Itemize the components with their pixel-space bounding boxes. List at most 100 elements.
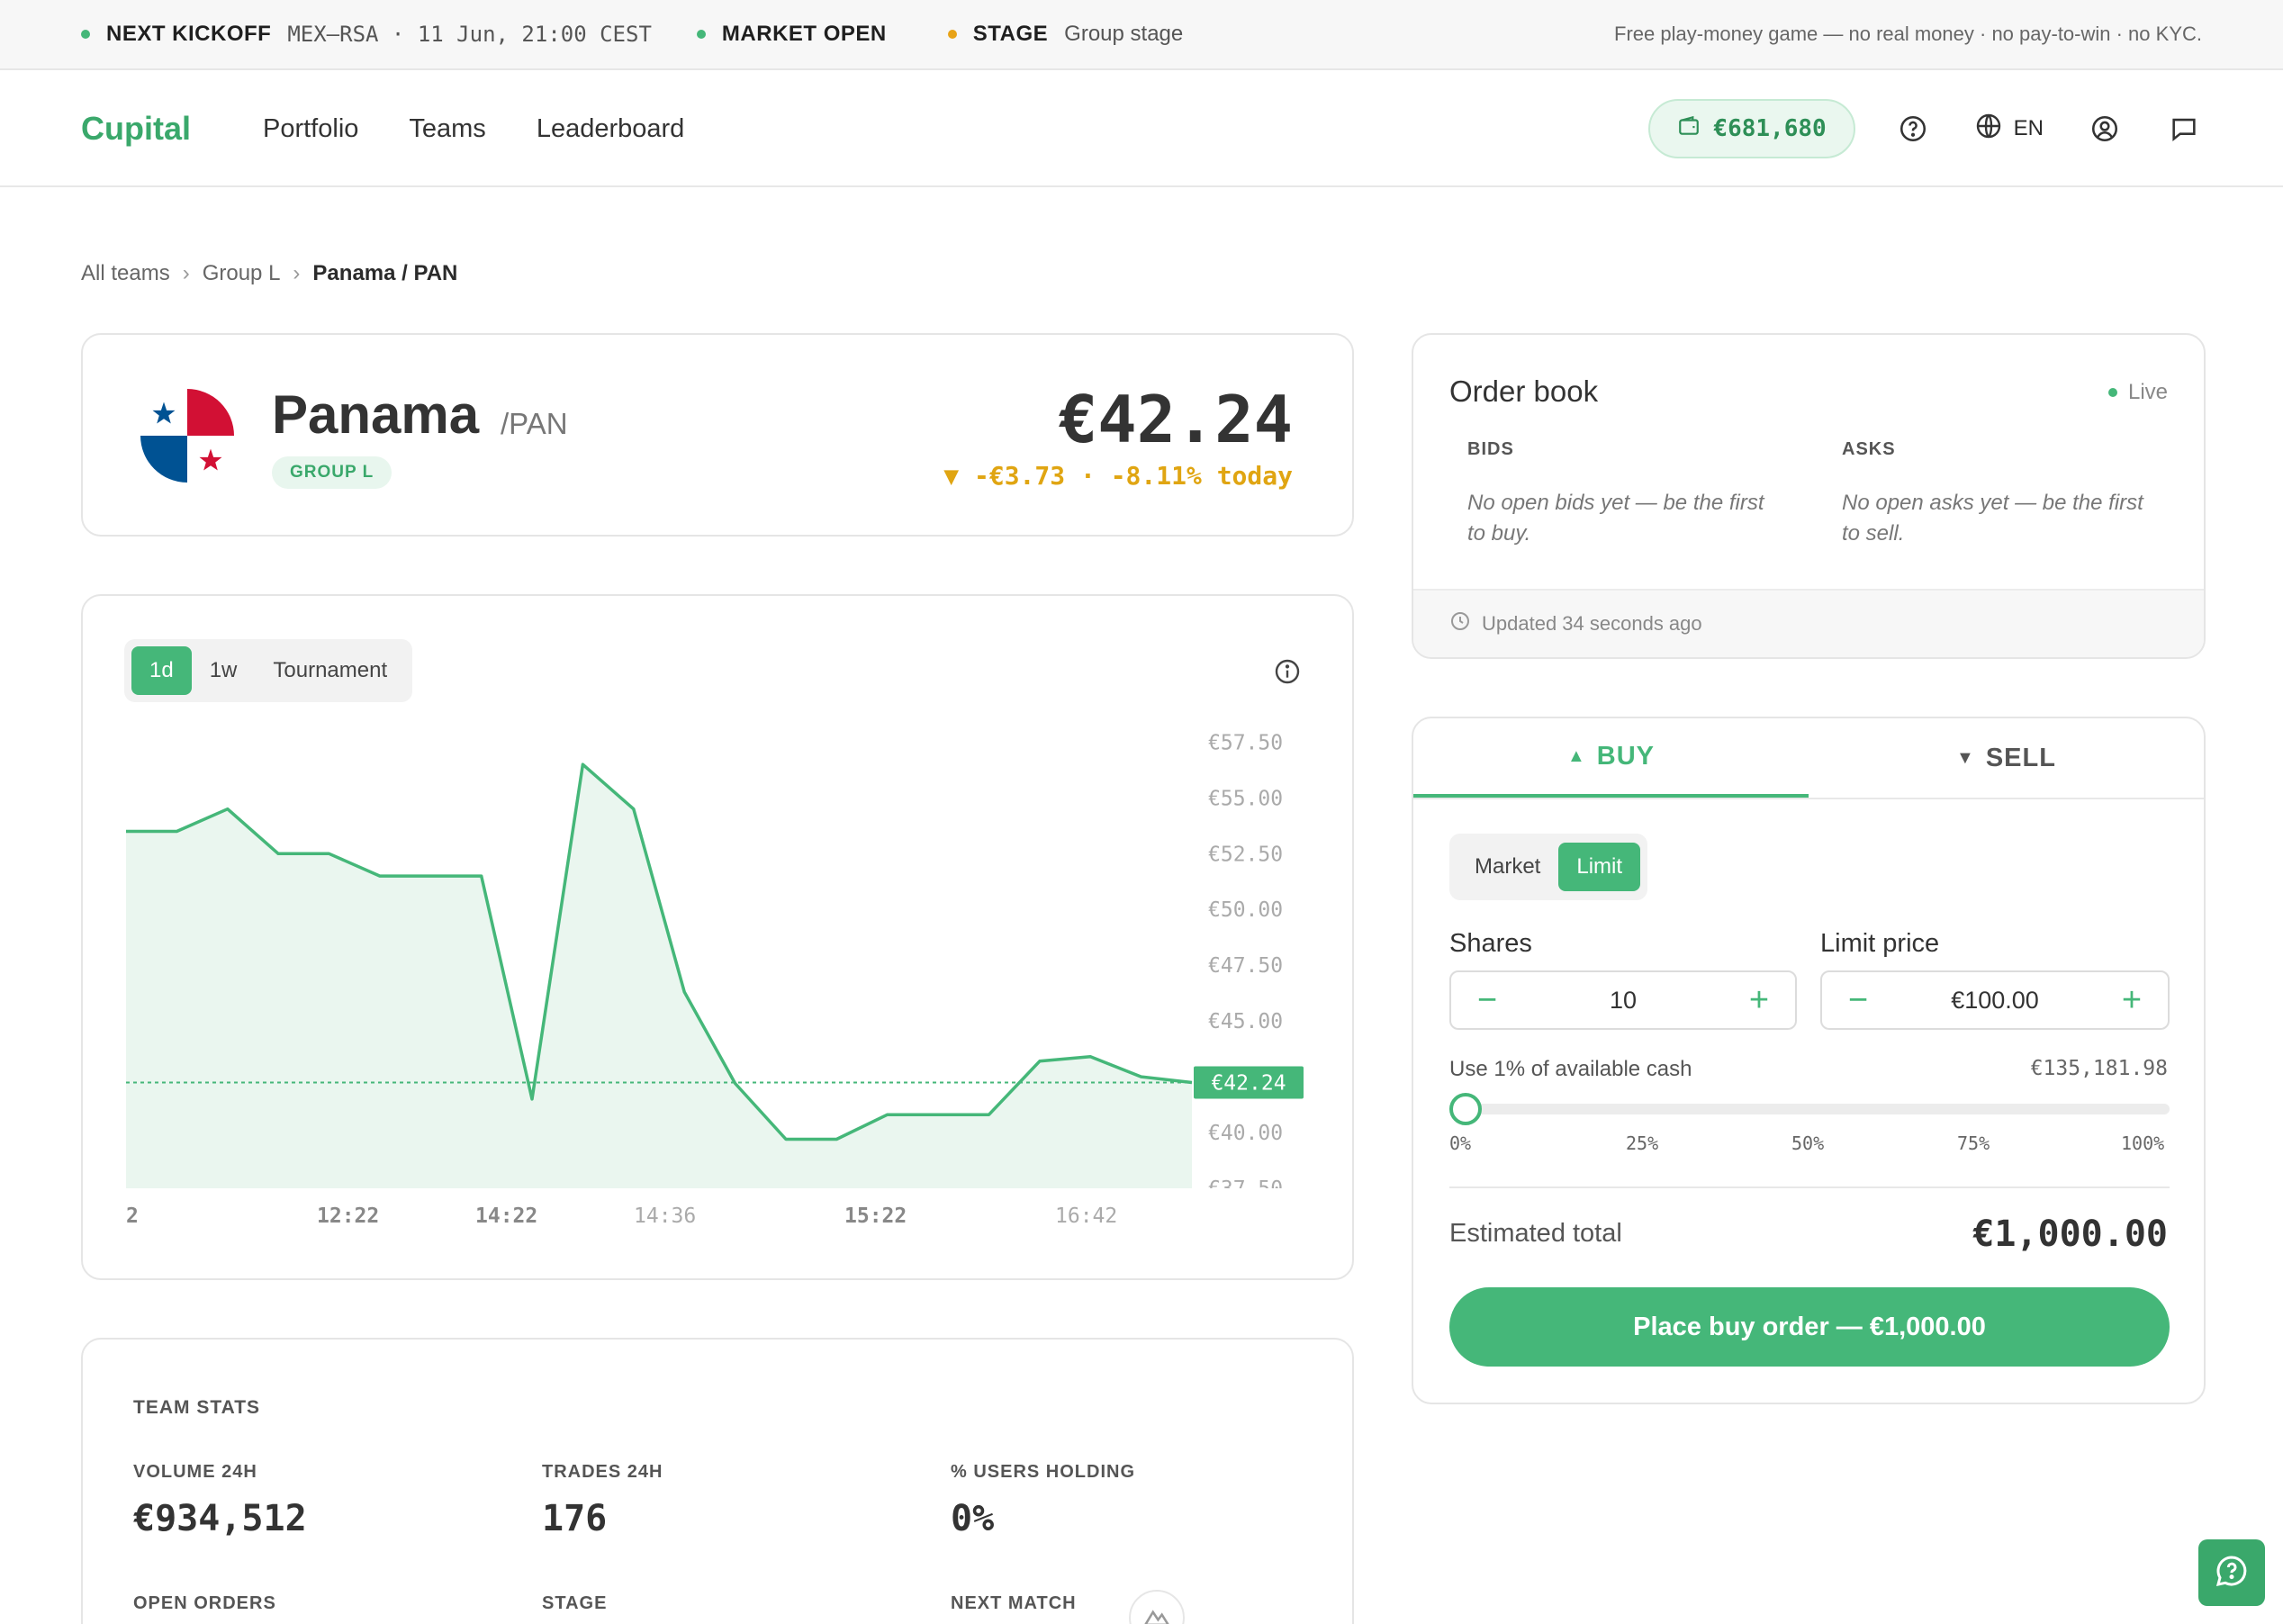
breadcrumb-all-teams[interactable]: All teams: [81, 261, 170, 286]
order-book-title: Order book: [1449, 374, 1599, 408]
help-icon[interactable]: [1895, 111, 1931, 147]
wallet-amount: €681,680: [1713, 115, 1827, 142]
breadcrumb-group[interactable]: Group L: [203, 261, 281, 286]
account-icon[interactable]: [2087, 111, 2123, 147]
help-chat-button[interactable]: [2198, 1539, 2265, 1606]
ticker-kickoff-label: NEXT KICKOFF: [106, 22, 272, 46]
limit-price-stepper: − €100.00 +: [1820, 970, 2170, 1030]
y-tick-label: €50.00: [1208, 898, 1283, 922]
triangle-down-icon: ▼: [1956, 747, 1975, 768]
bids-empty-message: No open bids yet — be the first to buy.: [1467, 491, 1764, 546]
ticker-note: Free play-money game — no real money · n…: [1614, 23, 2202, 45]
tab-buy[interactable]: ▲ BUY: [1413, 718, 1809, 798]
chart-area-fill: [126, 764, 1192, 1188]
x-tick-label: 14:22: [475, 1204, 537, 1228]
info-icon[interactable]: [1273, 657, 1302, 690]
axis-mask: [1199, 1188, 1343, 1224]
plus-icon[interactable]: +: [1743, 983, 1775, 1017]
ticker-stage: STAGE Group stage: [947, 22, 1184, 47]
minus-icon[interactable]: −: [1842, 983, 1874, 1017]
help-bubble-icon: [2214, 1553, 2250, 1593]
breadcrumb-current: Panama / PAN: [312, 261, 458, 285]
price-chart-card: €57.50 €55.00 €52.50 €50.00 €47.50 €45.00 €40.…: [81, 594, 1354, 1280]
panama-flag-icon: [140, 389, 234, 483]
wallet-icon: [1677, 114, 1713, 144]
estimated-total-label: Estimated total: [1449, 1219, 1622, 1248]
order-type-market-button[interactable]: Market: [1457, 843, 1558, 891]
chevron-right-icon: ›: [182, 261, 190, 285]
tab-sell[interactable]: ▼ SELL: [1809, 718, 2204, 798]
cash-slider-thumb[interactable]: [1449, 1093, 1482, 1125]
slider-tick: 0%: [1449, 1132, 1472, 1154]
nav-link-leaderboard[interactable]: Leaderboard: [537, 114, 684, 144]
live-label: Live: [2127, 380, 2168, 404]
cash-slider-track[interactable]: [1449, 1104, 2170, 1114]
x-tick-label: 16:42: [1055, 1204, 1117, 1228]
clock-icon: [1449, 610, 1482, 637]
logo[interactable]: Cupital: [81, 110, 191, 148]
minus-icon[interactable]: −: [1471, 983, 1503, 1017]
cash-usage-label: Use 1% of available cash: [1449, 1057, 1692, 1081]
shares-input[interactable]: 10: [1610, 987, 1637, 1015]
price-change: ▼ -€3.73 · -8.11% today: [943, 461, 1293, 491]
limit-price-input[interactable]: €100.00: [1951, 987, 2039, 1015]
range-1w-button[interactable]: 1w: [192, 646, 256, 695]
stat-label-trades: TRADES 24H: [542, 1462, 663, 1482]
ticker-market-label: MARKET OPEN: [721, 22, 887, 46]
limit-price-label: Limit price: [1820, 929, 1940, 958]
chevron-right-icon: ›: [293, 261, 301, 285]
slider-tick: 50%: [1791, 1132, 1825, 1154]
team-stats-card: TEAM STATS VOLUME 24H €934,512 TRADES 24…: [81, 1338, 1354, 1624]
team-price: €42.24: [1058, 382, 1293, 457]
range-selector: 1d 1w Tournament: [124, 639, 413, 702]
range-1d-button[interactable]: 1d: [131, 646, 192, 695]
chat-icon[interactable]: [2166, 111, 2202, 147]
order-book-card: Order book Live BIDS ASKS No open bids y…: [1412, 333, 2206, 659]
ticker-stage-label: STAGE: [972, 22, 1049, 46]
nav-link-portfolio[interactable]: Portfolio: [263, 114, 358, 144]
ticker-bar: NEXT KICKOFF MEX–RSA · 11 Jun, 21:00 CES…: [0, 0, 2283, 70]
nav-actions: €681,680 EN: [1648, 99, 2202, 158]
wallet-balance-button[interactable]: €681,680: [1648, 99, 1855, 158]
live-indicator: Live: [2107, 380, 2168, 405]
order-type-selector: Market Limit: [1449, 834, 1648, 900]
status-dot: [696, 30, 706, 39]
stats-title: TEAM STATS: [133, 1397, 261, 1418]
stat-label-users-holding: % USERS HOLDING: [951, 1462, 1136, 1482]
stat-value-trades: 176: [542, 1498, 608, 1539]
ticker-kickoff: NEXT KICKOFF MEX–RSA · 11 Jun, 21:00 CES…: [81, 22, 652, 47]
top-nav: Cupital Portfolio Teams Leaderboard €681…: [0, 72, 2283, 187]
shares-label: Shares: [1449, 929, 1532, 958]
asks-empty-message: No open asks yet — be the first to sell.: [1842, 491, 2143, 546]
plus-icon[interactable]: +: [2116, 983, 2148, 1017]
y-tick-label: €47.50: [1208, 954, 1283, 978]
team-header-card: Panama /PAN GROUP L €42.24 ▼ -€3.73 · -8…: [81, 333, 1354, 537]
slider-tick: 100%: [2121, 1132, 2165, 1154]
y-tick-label: €45.00: [1208, 1010, 1283, 1033]
place-order-button[interactable]: Place buy order — €1,000.00: [1449, 1287, 2170, 1367]
ticker-stage-value: Group stage: [1064, 22, 1184, 46]
slider-tick: 75%: [1957, 1132, 1990, 1154]
live-dot: [2107, 388, 2117, 397]
y-tick-label: €52.50: [1208, 843, 1283, 866]
language-label: EN: [2013, 116, 2044, 140]
nav-link-teams[interactable]: Teams: [409, 114, 485, 144]
bids-label: BIDS: [1467, 439, 1514, 459]
ticker-market: MARKET OPEN: [696, 22, 903, 47]
current-price-label: €42.24: [1211, 1072, 1286, 1096]
tab-sell-label: SELL: [1985, 743, 2056, 772]
x-tick-label: 15:22: [844, 1204, 907, 1228]
team-name: Panama: [272, 384, 480, 445]
stat-value-users-holding: 0%: [951, 1498, 995, 1539]
breadcrumb: All teams › Group L › Panama / PAN: [81, 261, 457, 286]
tab-buy-label: BUY: [1596, 741, 1656, 771]
x-tick-label: 14:36: [634, 1204, 696, 1228]
status-dot: [81, 30, 90, 39]
range-tournament-button[interactable]: Tournament: [255, 646, 405, 695]
order-type-limit-button[interactable]: Limit: [1558, 843, 1641, 891]
shares-stepper: − 10 +: [1449, 970, 1797, 1030]
estimated-total-value: €1,000.00: [1972, 1213, 2168, 1255]
language-selector[interactable]: EN: [1974, 112, 2044, 147]
y-tick-label: €55.00: [1208, 787, 1283, 810]
x-tick-label: 2: [126, 1204, 139, 1228]
